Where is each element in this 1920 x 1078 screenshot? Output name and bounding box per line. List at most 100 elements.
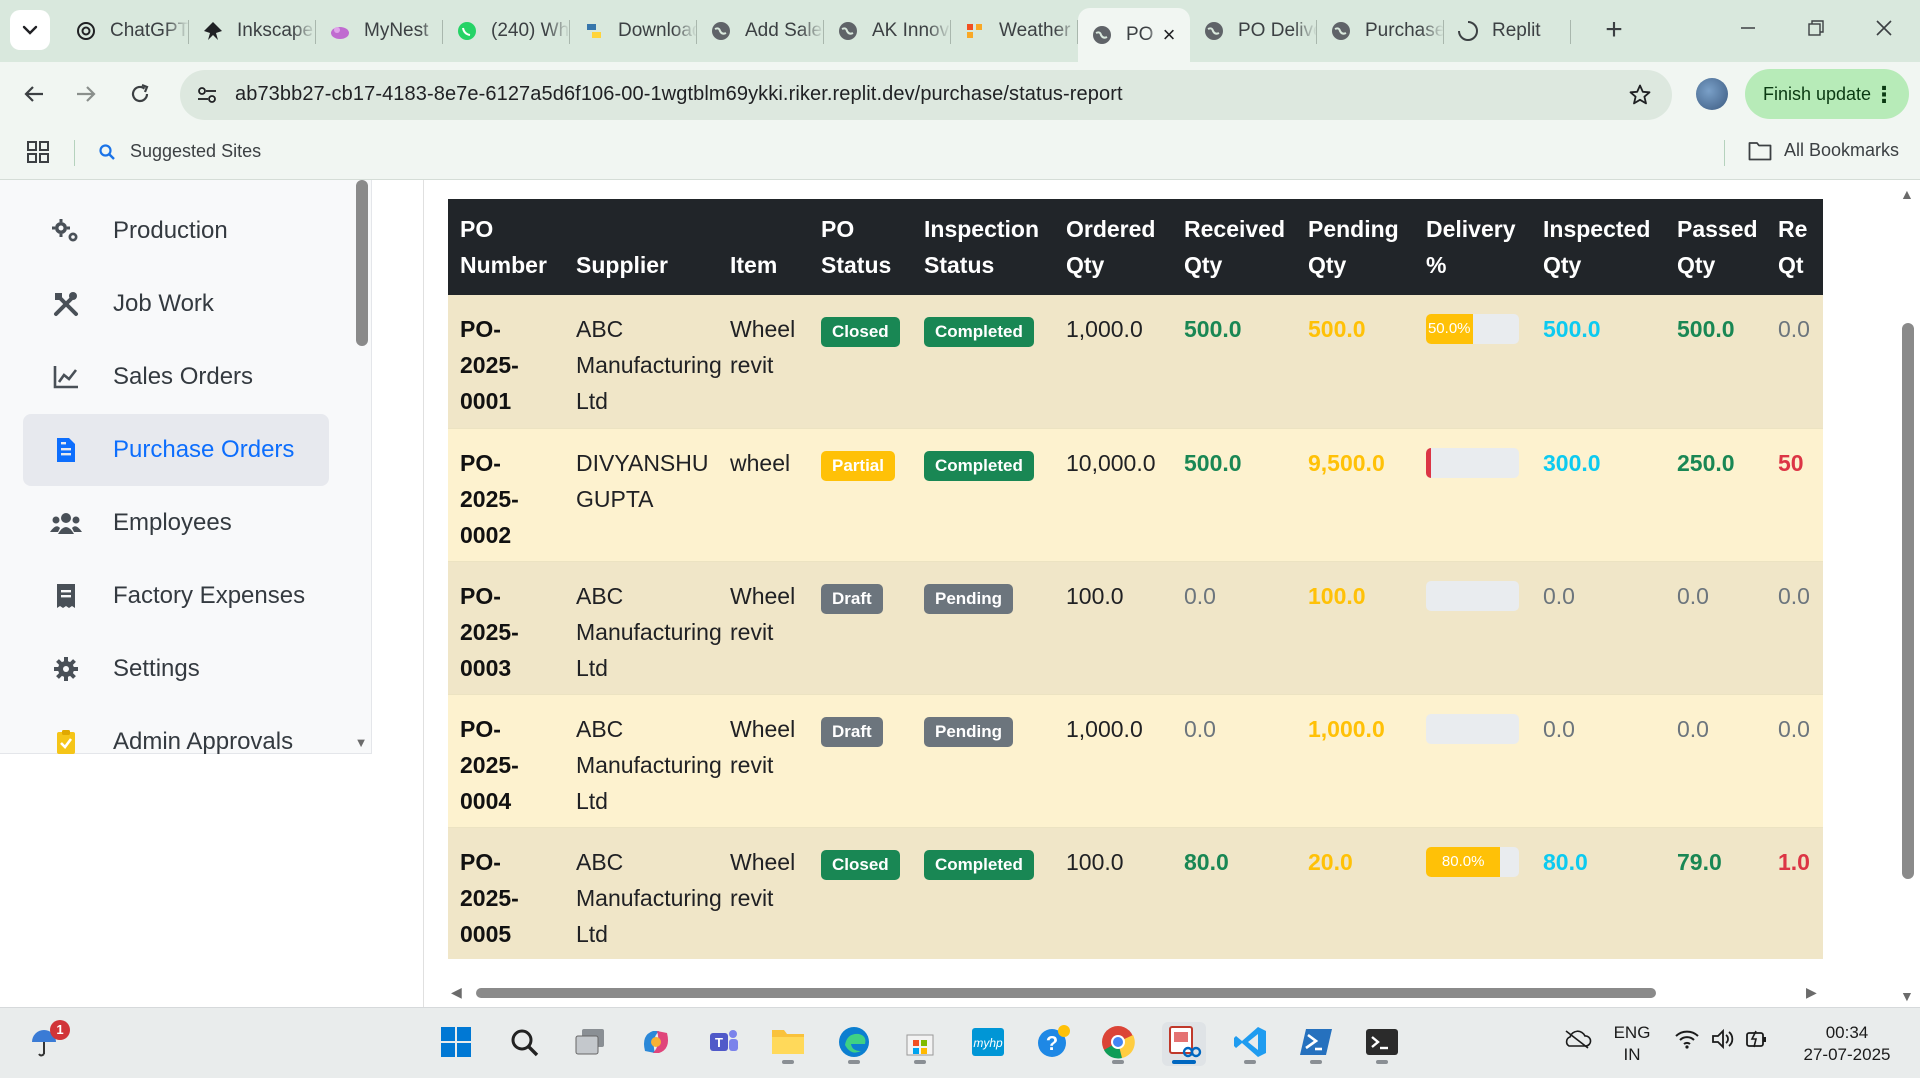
terminal-taskbar-button[interactable] [1360, 1022, 1404, 1066]
reload-button[interactable] [120, 74, 160, 114]
running-indicator [782, 1060, 794, 1064]
column-header[interactable]: Item [718, 199, 809, 295]
column-header[interactable]: Delivery% [1414, 199, 1531, 295]
sidebar-item[interactable]: Production [23, 195, 329, 267]
browser-tab[interactable]: Weather [951, 8, 1078, 54]
table-row[interactable]: PO- 2025- 0004 ABC Manufacturing Ltd Wheel r… [448, 694, 1823, 828]
sidebar-item[interactable]: Admin Approvals [23, 706, 329, 778]
volume-status[interactable] [1710, 1028, 1736, 1056]
search-taskbar-button[interactable] [502, 1022, 546, 1066]
snipping-tool-taskbar-button[interactable] [1162, 1022, 1206, 1066]
close-window-button[interactable] [1856, 8, 1912, 48]
apps-grid-icon[interactable] [26, 140, 50, 164]
tab-search-button[interactable] [10, 10, 50, 50]
sidebar-item-label: Factory Expenses [113, 582, 306, 609]
suggested-sites-bookmark[interactable]: Suggested Sites [98, 141, 261, 162]
browser-tab[interactable]: AK Innovation [824, 8, 951, 54]
browser-tab[interactable]: MyNest [316, 8, 443, 54]
url-text[interactable]: ab73bb27-cb17-4183-8e7e-6127a5d6f106-00-… [235, 83, 1123, 106]
table-row[interactable]: PO- 2025- 0001 ABC Manufacturing Ltd Wheel r… [448, 295, 1823, 429]
new-tab-button[interactable]: + [1596, 12, 1632, 48]
finish-update-label: Finish update [1763, 83, 1872, 104]
sidebar-item[interactable]: Purchase Orders [23, 414, 329, 486]
supplier-cell: ABC Manufacturing Ltd [564, 827, 722, 959]
inspection-status-cell: Pending [912, 561, 1054, 695]
edge-taskbar-button[interactable] [832, 1022, 876, 1066]
browser-tab[interactable]: Purchase [1317, 8, 1444, 54]
bookmark-star-button[interactable] [1626, 81, 1654, 109]
finish-update-button[interactable]: Finish update ⋮ [1745, 69, 1909, 119]
myhp-taskbar-button[interactable]: myhp [966, 1022, 1010, 1066]
sidebar-item[interactable]: Sales Orders [23, 341, 329, 413]
column-header[interactable]: Supplier [564, 199, 718, 295]
column-header[interactable]: Passed Qty [1665, 199, 1766, 295]
task-view-taskbar-button[interactable] [568, 1022, 612, 1066]
column-header[interactable]: Inspection Status [912, 199, 1054, 295]
teams-icon: T [707, 1025, 741, 1064]
inkscape-icon [201, 19, 225, 43]
browser-tab[interactable]: Download [570, 8, 697, 54]
back-button[interactable] [14, 74, 54, 114]
sidebar-item-label: Employees [113, 509, 232, 536]
browser-tab[interactable]: PO Delivery [1190, 8, 1317, 54]
column-header-line: Pending [1308, 216, 1399, 242]
teams-taskbar-button[interactable]: T [702, 1022, 746, 1066]
store-taskbar-button[interactable] [898, 1022, 942, 1066]
powershell-taskbar-button[interactable] [1294, 1022, 1338, 1066]
sidebar-item[interactable]: Settings [23, 633, 329, 705]
profile-avatar[interactable] [1696, 78, 1728, 110]
chrome-taskbar-button[interactable] [1096, 1022, 1140, 1066]
browser-tab[interactable]: PO × [1078, 8, 1190, 62]
column-header[interactable]: Received Qty [1172, 199, 1296, 295]
sidebar-item[interactable]: Job Work [23, 268, 329, 340]
scroll-left-arrow[interactable]: ◀ [451, 984, 462, 1001]
horizontal-scroll-thumb[interactable] [476, 988, 1656, 998]
copilot-taskbar-button[interactable] [634, 1022, 678, 1066]
table-row[interactable]: PO- 2025- 0005 ABC Manufacturing Ltd Wheel r… [448, 827, 1823, 959]
browser-tab[interactable]: Replit [1444, 8, 1571, 54]
browser-tab[interactable]: Inkscape [189, 8, 316, 54]
file-explorer-taskbar-button[interactable] [766, 1022, 810, 1066]
onedrive-icon[interactable] [1562, 1028, 1592, 1056]
language-indicator[interactable]: ENG IN [1612, 1022, 1652, 1066]
browser-tab[interactable]: Add Sale [697, 8, 824, 54]
sidebar-item[interactable]: Employees [23, 487, 329, 559]
sidebar-scroll-thumb[interactable] [356, 180, 368, 346]
browser-tab[interactable]: (240) WhatsApp [443, 8, 570, 54]
address-bar[interactable]: ab73bb27-cb17-4183-8e7e-6127a5d6f106-00-… [180, 70, 1672, 120]
clock[interactable]: 00:34 27-07-2025 [1792, 1022, 1902, 1066]
sidebar-item[interactable]: Factory Expenses [23, 560, 329, 632]
network-status[interactable] [1674, 1028, 1700, 1056]
column-header[interactable]: Re Qt [1766, 199, 1823, 295]
scroll-up-arrow[interactable]: ▲ [1900, 186, 1914, 202]
start-icon [439, 1025, 473, 1064]
pending-qty-cell: 100.0 [1296, 561, 1414, 695]
start-taskbar-button[interactable] [434, 1022, 478, 1066]
battery-status[interactable] [1744, 1028, 1770, 1056]
pending-qty-cell: 1,000.0 [1296, 694, 1414, 828]
column-header[interactable]: Pending Qty [1296, 199, 1414, 295]
scroll-down-arrow[interactable]: ▼ [1900, 988, 1914, 1004]
column-header[interactable]: Ordered Qty [1054, 199, 1172, 295]
column-header[interactable]: Inspected Qty [1531, 199, 1665, 295]
forward-button[interactable] [66, 74, 106, 114]
table-row[interactable]: PO- 2025- 0002 DIVYANSHU GUPTA wheel Partial C… [448, 428, 1823, 562]
vertical-scroll-thumb[interactable] [1902, 323, 1914, 879]
close-tab-icon[interactable]: × [1158, 22, 1180, 47]
po-status-cell: Closed [809, 295, 912, 429]
column-header[interactable]: PO Number [448, 199, 564, 295]
all-bookmarks-button[interactable]: All Bookmarks [1748, 140, 1899, 161]
browser-tab[interactable]: ChatGPT [62, 8, 189, 54]
restore-button[interactable] [1788, 8, 1844, 48]
delivery-percent-cell [1414, 561, 1531, 695]
sidebar-scroll-down-arrow[interactable]: ▼ [354, 736, 368, 750]
scroll-right-arrow[interactable]: ▶ [1806, 984, 1817, 1001]
site-info-icon[interactable] [194, 82, 220, 108]
column-header-line: PO [460, 216, 494, 242]
vscode-taskbar-button[interactable] [1228, 1022, 1272, 1066]
minimize-button[interactable] [1720, 8, 1776, 48]
column-header[interactable]: PO Status [809, 199, 912, 295]
passed-qty-cell: 0.0 [1665, 561, 1766, 695]
help-taskbar-button[interactable]: ? [1032, 1022, 1076, 1066]
table-row[interactable]: PO- 2025- 0003 ABC Manufacturing Ltd Wheel r… [448, 561, 1823, 695]
